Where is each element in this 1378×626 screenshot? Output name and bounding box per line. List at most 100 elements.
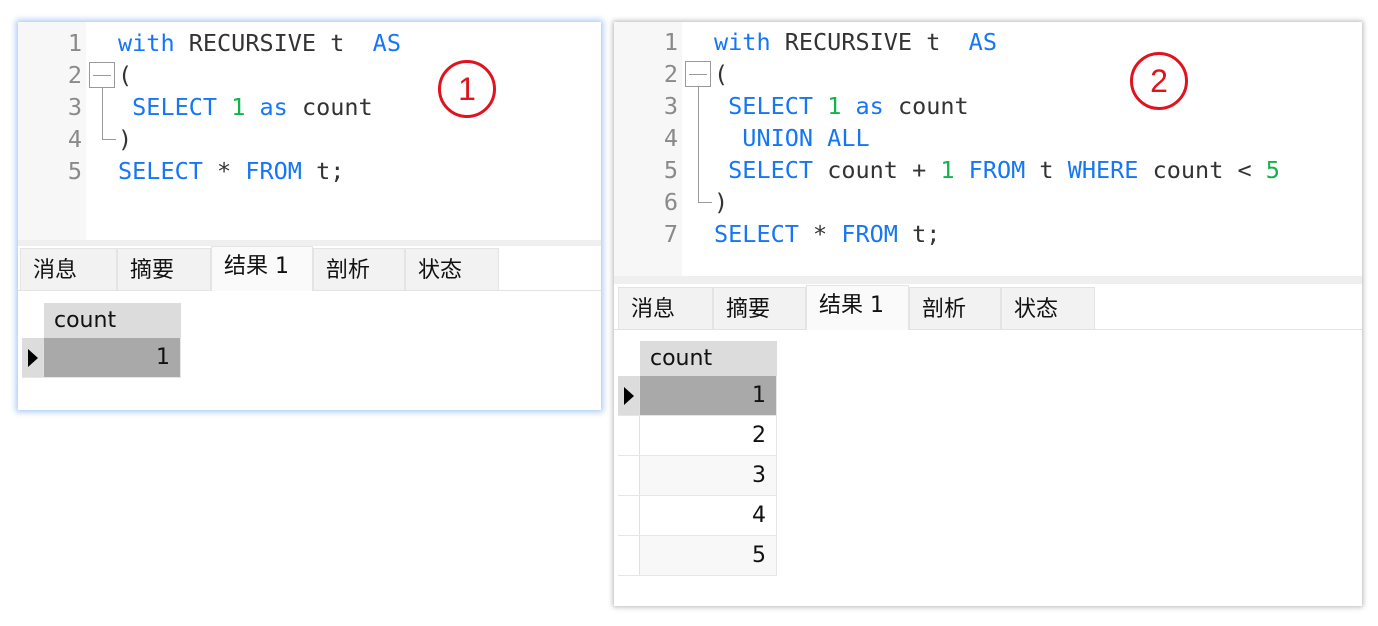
sql-keyword: SELECT xyxy=(118,157,203,185)
query-window-2: 1 with RECURSIVE t AS 2(3 SELECT 1 as coun… xyxy=(614,22,1362,606)
annotation-number: 1 xyxy=(438,60,496,118)
line-number: 5 xyxy=(67,157,82,185)
sql-identifier: count xyxy=(897,92,969,120)
code-line: 3 SELECT 1 as count xyxy=(614,90,1362,122)
sql-identifier: t; xyxy=(301,157,345,185)
sql-identifier: * xyxy=(798,220,842,248)
code-text: with RECURSIVE t AS xyxy=(714,26,997,58)
code-text: ( xyxy=(118,59,132,91)
result-cell[interactable]: 2 xyxy=(640,416,777,456)
sql-editor[interactable]: 1 with RECURSIVE t AS 2 (3 SELECT 1 as coun… xyxy=(18,22,601,240)
sql-identifier: count xyxy=(301,93,373,121)
sql-keyword: as xyxy=(841,92,898,120)
result-cell[interactable]: 1 xyxy=(640,376,777,416)
tab-3[interactable]: 剖析 xyxy=(313,248,405,290)
tab-2[interactable]: 结果 1 xyxy=(211,246,313,291)
sql-identifier: ) xyxy=(118,125,133,153)
line-number: 4 xyxy=(67,125,82,153)
tab-4[interactable]: 状态 xyxy=(1001,287,1095,329)
code-text: SELECT count + 1 FROM t WHERE count < 5 xyxy=(714,154,1280,186)
result-cell[interactable]: 4 xyxy=(640,496,777,536)
sql-number: 5 xyxy=(1265,156,1280,184)
result-tabs: 消息 摘要 结果 1 剖析 状态 xyxy=(614,285,1362,330)
sql-identifier: RECURSIVE t xyxy=(174,29,373,57)
sql-keyword: AS xyxy=(968,28,997,56)
sql-keyword: AS xyxy=(372,29,401,57)
sql-keyword: UNION ALL xyxy=(714,124,870,152)
code-text: SELECT * FROM t; xyxy=(714,218,940,250)
row-indicator[interactable] xyxy=(618,536,640,576)
tab-0[interactable]: 消息 xyxy=(618,287,713,329)
sql-keyword: WHERE xyxy=(1067,156,1153,184)
tab-1[interactable]: 摘要 xyxy=(713,287,806,329)
code-text: SELECT * FROM t; xyxy=(118,155,344,187)
result-cell[interactable]: 5 xyxy=(640,536,777,576)
sql-keyword: SELECT xyxy=(118,93,232,121)
sql-identifier: ) xyxy=(714,188,729,216)
row-indicator[interactable] xyxy=(618,496,640,536)
line-number: 7 xyxy=(663,220,678,248)
code-line: 2( xyxy=(614,58,1362,90)
code-line: 3 SELECT 1 as count xyxy=(18,91,601,123)
fold-collapse-icon[interactable] xyxy=(685,61,711,87)
sql-identifier: ( xyxy=(118,61,133,89)
column-header-count[interactable]: count xyxy=(640,341,777,376)
code-text: UNION ALL xyxy=(714,122,870,154)
sql-number: 1 xyxy=(940,156,955,184)
sql-keyword: FROM xyxy=(954,156,1040,184)
sql-identifier: * xyxy=(202,157,246,185)
splitter[interactable] xyxy=(614,276,1362,284)
annotation-number: 2 xyxy=(1130,52,1188,110)
sql-identifier: ( xyxy=(714,60,729,88)
line-number: 6 xyxy=(663,188,678,216)
result-cell[interactable]: 1 xyxy=(44,338,181,378)
sql-keyword: with xyxy=(118,29,175,57)
row-indicator[interactable] xyxy=(618,416,640,456)
sql-identifier: t; xyxy=(897,220,941,248)
sql-number: 1 xyxy=(827,92,842,120)
code-line: 6) xyxy=(614,186,1362,218)
tab-0[interactable]: 消息 xyxy=(20,248,117,290)
code-line: 4 UNION ALL xyxy=(614,122,1362,154)
line-number: 3 xyxy=(663,92,678,120)
column-header-count[interactable]: count xyxy=(44,303,181,338)
tab-1[interactable]: 摘要 xyxy=(117,248,211,290)
sql-identifier: count + xyxy=(827,156,941,184)
sql-identifier: RECURSIVE t xyxy=(770,28,969,56)
code-line: 1 with RECURSIVE t AS xyxy=(18,27,601,59)
sql-number: 1 xyxy=(231,93,246,121)
sql-keyword: FROM xyxy=(245,157,302,185)
code-line: 5 SELECT * FROM t; xyxy=(18,155,601,187)
line-number: 1 xyxy=(67,29,82,57)
code-line: 5 SELECT count + 1 FROM t WHERE count < … xyxy=(614,154,1362,186)
sql-identifier: t xyxy=(1039,156,1068,184)
sql-editor[interactable]: 1 with RECURSIVE t AS 2(3 SELECT 1 as coun… xyxy=(614,22,1362,276)
code-text: ) xyxy=(714,186,728,218)
line-number: 1 xyxy=(663,28,678,56)
code-text: SELECT 1 as count xyxy=(714,90,969,122)
line-number: 4 xyxy=(663,124,678,152)
code-line: 1 with RECURSIVE t AS xyxy=(614,26,1362,58)
fold-collapse-icon[interactable] xyxy=(89,62,115,88)
row-indicator-arrow-icon[interactable] xyxy=(22,338,44,378)
code-text: ) xyxy=(118,123,132,155)
code-text: with RECURSIVE t AS xyxy=(118,27,401,59)
sql-keyword: SELECT xyxy=(714,220,799,248)
query-window-1: 1 with RECURSIVE t AS 2 (3 SELECT 1 as coun… xyxy=(18,22,601,410)
line-number: 3 xyxy=(67,93,82,121)
tab-4[interactable]: 状态 xyxy=(405,248,499,290)
row-indicator[interactable] xyxy=(618,456,640,496)
sql-keyword: SELECT xyxy=(714,92,828,120)
sql-keyword: FROM xyxy=(841,220,898,248)
tab-3[interactable]: 剖析 xyxy=(909,287,1001,329)
fold-guide-end xyxy=(102,139,116,140)
fold-guide xyxy=(102,88,103,139)
tab-2[interactable]: 结果 1 xyxy=(806,285,909,330)
code-line: 7 SELECT * FROM t; xyxy=(614,218,1362,250)
line-number: 2 xyxy=(663,60,678,88)
code-text: SELECT 1 as count xyxy=(118,91,373,123)
line-number: 5 xyxy=(663,156,678,184)
result-cell[interactable]: 3 xyxy=(640,456,777,496)
row-indicator-arrow-icon[interactable] xyxy=(618,376,640,416)
line-number: 2 xyxy=(67,61,82,89)
